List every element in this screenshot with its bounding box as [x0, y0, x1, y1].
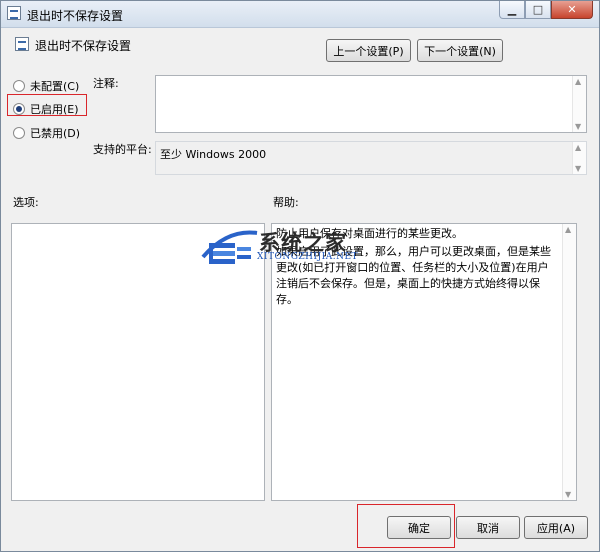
previous-setting-button[interactable]: 上一个设置(P): [326, 39, 411, 62]
comment-textarea[interactable]: ▲ ▼: [155, 75, 587, 133]
maximize-button[interactable]: □: [525, 1, 551, 19]
platform-value: 至少 Windows 2000: [160, 148, 267, 161]
platform-field: 至少 Windows 2000 ▲ ▼: [155, 141, 587, 175]
radio-disabled[interactable]: 已禁用(D): [13, 125, 80, 141]
maximize-icon: □: [532, 3, 544, 16]
comment-scrollbar[interactable]: ▲ ▼: [572, 76, 586, 132]
radio-not-configured[interactable]: 未配置(C): [13, 78, 79, 94]
apply-button[interactable]: 应用(A): [524, 516, 588, 539]
help-label: 帮助:: [273, 196, 299, 209]
close-icon: ✕: [567, 3, 577, 16]
caption-buttons: ▁ □ ✕: [499, 1, 593, 19]
options-panel: [11, 223, 265, 501]
window-title: 退出时不保存设置: [27, 9, 124, 23]
comment-label: 注释:: [93, 77, 119, 90]
help-paragraph: 防止用户保存对桌面进行的某些更改。: [276, 227, 463, 240]
setting-icon: [15, 37, 29, 51]
platform-label: 支持的平台:: [93, 143, 152, 156]
policy-icon: [7, 6, 21, 20]
platform-scrollbar[interactable]: ▲ ▼: [572, 142, 586, 174]
help-paragraph: 如果启用了此设置，那么，用户可以更改桌面，但是某些更改(如已打开窗口的位置、任务…: [276, 245, 551, 306]
enabled-highlight-box: [7, 94, 87, 116]
scroll-up-icon[interactable]: ▲: [575, 77, 581, 86]
options-label: 选项:: [13, 196, 39, 209]
scroll-up-icon[interactable]: ▲: [565, 225, 571, 234]
scroll-up-icon[interactable]: ▲: [575, 143, 581, 152]
radio-label: 已禁用(D): [30, 127, 81, 140]
radio-label: 未配置(C): [30, 80, 80, 93]
minimize-icon: ▁: [507, 3, 517, 16]
close-button[interactable]: ✕: [551, 1, 593, 19]
minimize-button[interactable]: ▁: [499, 1, 525, 19]
cancel-button[interactable]: 取消: [456, 516, 520, 539]
scroll-down-icon[interactable]: ▼: [575, 164, 581, 173]
radio-button[interactable]: [13, 80, 25, 92]
help-panel: 防止用户保存对桌面进行的某些更改。 如果启用了此设置，那么，用户可以更改桌面，但…: [271, 223, 577, 501]
help-text: 防止用户保存对桌面进行的某些更改。 如果启用了此设置，那么，用户可以更改桌面，但…: [276, 226, 558, 310]
policy-dialog-window: 退出时不保存设置 ▁ □ ✕ 退出时不保存设置 上一个设置(P) 下一个设置(N…: [0, 0, 600, 552]
scroll-down-icon[interactable]: ▼: [575, 122, 581, 131]
ok-button[interactable]: 确定: [387, 516, 451, 539]
title-bar[interactable]: 退出时不保存设置 ▁ □ ✕: [1, 1, 599, 28]
setting-name: 退出时不保存设置: [35, 39, 132, 53]
help-scrollbar[interactable]: ▲ ▼: [562, 224, 576, 500]
radio-button[interactable]: [13, 127, 25, 139]
next-setting-button[interactable]: 下一个设置(N): [417, 39, 503, 62]
scroll-down-icon[interactable]: ▼: [565, 490, 571, 499]
